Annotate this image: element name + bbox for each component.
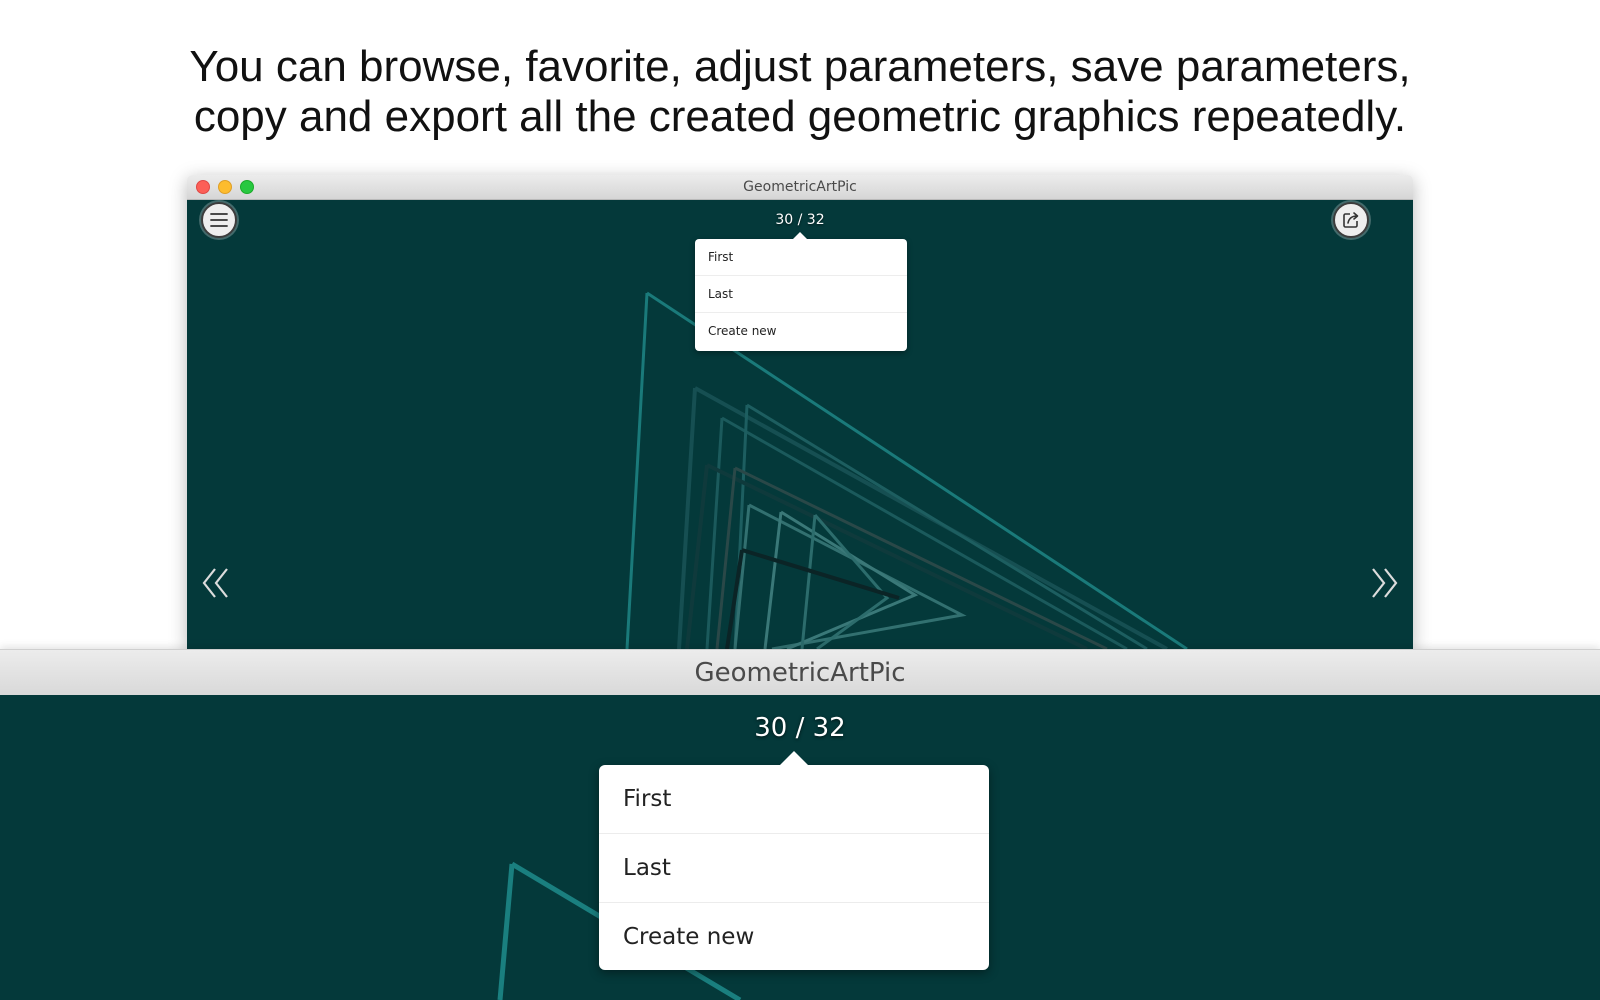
- app-window: GeometricArtPic 30 / 32 First Last Creat…: [187, 175, 1413, 649]
- previous-button[interactable]: [201, 567, 231, 604]
- zoomed-menu-item-create-new[interactable]: Create new: [599, 903, 989, 972]
- window-titlebar: GeometricArtPic: [187, 175, 1413, 200]
- double-chevron-left-icon: [202, 568, 228, 598]
- next-button[interactable]: [1369, 567, 1399, 604]
- menu-item-first[interactable]: First: [695, 239, 907, 276]
- zoomed-app-window: GeometricArtPic 30 / 32 First Last Creat…: [0, 649, 1600, 1000]
- double-chevron-right-icon: [1372, 568, 1398, 598]
- zoomed-menu-item-last[interactable]: Last: [599, 834, 989, 903]
- navigation-popover: First Last Create new: [695, 232, 907, 351]
- zoomed-window-titlebar: GeometricArtPic: [0, 649, 1600, 696]
- zoomed-art-canvas: 30 / 32 First Last Create new: [0, 695, 1600, 1000]
- page-counter[interactable]: 30 / 32: [187, 212, 1413, 228]
- menu-item-last[interactable]: Last: [695, 276, 907, 313]
- zoomed-navigation-popover: First Last Create new: [599, 751, 989, 972]
- zoomed-window-title: GeometricArtPic: [694, 658, 906, 688]
- menu-item-create-new[interactable]: Create new: [695, 313, 907, 350]
- zoomed-menu-item-first[interactable]: First: [599, 765, 989, 834]
- headline: You can browse, favorite, adjust paramet…: [0, 42, 1600, 142]
- zoomed-popover-arrow: [780, 751, 808, 765]
- window-title: GeometricArtPic: [743, 179, 857, 195]
- headline-line-1: You can browse, favorite, adjust paramet…: [189, 42, 1411, 91]
- art-canvas: 30 / 32 First Last Create new: [187, 200, 1413, 649]
- popover-arrow: [793, 232, 807, 239]
- headline-line-2: copy and export all the created geometri…: [193, 92, 1407, 141]
- zoomed-page-counter[interactable]: 30 / 32: [0, 713, 1600, 743]
